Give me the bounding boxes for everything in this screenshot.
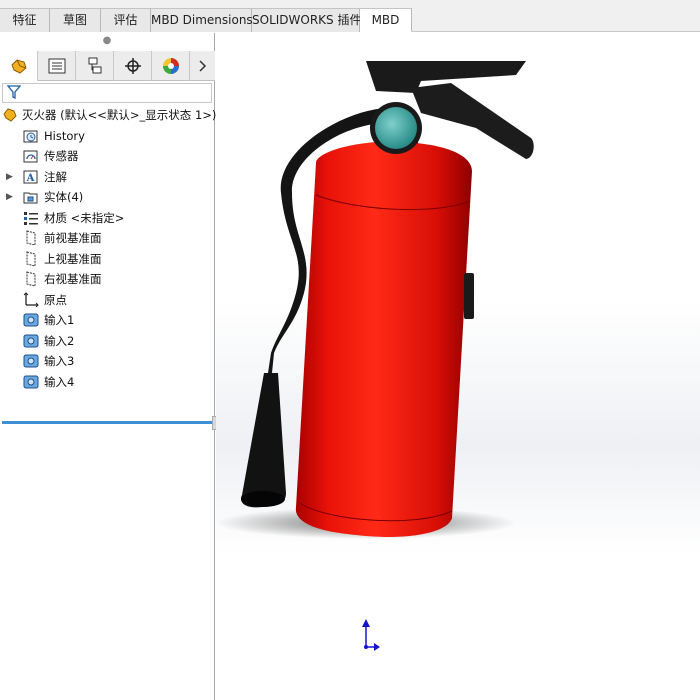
tree-item-import-4[interactable]: 输入4 xyxy=(0,372,214,393)
tree-item-label: 传感器 xyxy=(44,149,79,164)
imported-body-icon xyxy=(22,333,40,349)
tree-item-label: 原点 xyxy=(44,292,67,307)
solidworks-window: 特征 草图 评估 MBD Dimensions SOLIDWORKS 插件 MB… xyxy=(0,0,700,700)
tree-item-import-2[interactable]: 输入2 xyxy=(0,331,214,352)
tree-item-right-plane[interactable]: 右视基准面 xyxy=(0,269,214,290)
tree-item-label: 实体(4) xyxy=(44,190,84,205)
tree-item-label: 输入3 xyxy=(44,354,75,369)
origin-triad-icon xyxy=(362,619,380,651)
tab-solidworks-addins[interactable]: SOLIDWORKS 插件 xyxy=(252,8,361,32)
chevron-right-icon[interactable] xyxy=(191,51,215,81)
tree-item-import-1[interactable]: 输入1 xyxy=(0,310,214,331)
tree-item-label: 材质 <未指定> xyxy=(44,210,125,225)
sensor-icon xyxy=(22,148,40,164)
tree-root-label: 灭火器 (默认<<默认>_显示状态 1>) xyxy=(22,108,217,123)
part-icon xyxy=(2,107,18,123)
tree-item-label: History xyxy=(44,128,85,143)
solid-bodies-icon xyxy=(22,189,40,205)
expand-arrow-icon[interactable]: ▶ xyxy=(6,192,16,202)
tree-item-label: 输入2 xyxy=(44,333,75,348)
command-manager-tabbar: 特征 草图 评估 MBD Dimensions SOLIDWORKS 插件 MB… xyxy=(0,0,700,32)
panel-tabs xyxy=(0,51,215,81)
tree-item-annotations[interactable]: ▶ A 注解 xyxy=(0,167,214,188)
feature-tree: 灭火器 (默认<<默认>_显示状态 1>) History 传感器 ▶ A 注解… xyxy=(0,105,217,393)
imported-body-icon xyxy=(22,312,40,328)
command-manager-tabs: 特征 草图 评估 MBD Dimensions SOLIDWORKS 插件 MB… xyxy=(0,8,412,32)
tree-item-sensors[interactable]: 传感器 xyxy=(0,146,214,167)
history-icon xyxy=(22,128,40,144)
tree-item-label: 输入4 xyxy=(44,374,75,389)
rollback-bar[interactable] xyxy=(2,421,213,424)
tree-item-label: 注解 xyxy=(44,169,67,184)
graphics-viewport[interactable] xyxy=(216,33,700,700)
extinguisher-nozzle[interactable] xyxy=(240,373,286,508)
origin-icon xyxy=(22,292,40,308)
tree-root-part[interactable]: 灭火器 (默认<<默认>_显示状态 1>) xyxy=(0,105,217,126)
extinguisher-model xyxy=(216,61,534,651)
tab-mbd[interactable]: MBD xyxy=(360,8,412,32)
filter-icon[interactable] xyxy=(6,84,22,103)
tree-item-solid-bodies[interactable]: ▶ 实体(4) xyxy=(0,187,214,208)
panel-grip[interactable]: ● xyxy=(0,33,214,49)
property-manager-icon[interactable] xyxy=(38,51,76,81)
plane-icon xyxy=(22,271,40,287)
tree-item-import-3[interactable]: 输入3 xyxy=(0,351,214,372)
dimxpert-manager-icon[interactable] xyxy=(114,51,152,81)
tree-item-top-plane[interactable]: 上视基准面 xyxy=(0,249,214,270)
tree-item-label: 前视基准面 xyxy=(44,231,102,246)
display-manager-icon[interactable] xyxy=(152,51,190,81)
annotation-icon: A xyxy=(22,169,40,185)
tree-item-origin[interactable]: 原点 xyxy=(0,290,214,311)
imported-body-icon xyxy=(22,353,40,369)
tab-evaluate[interactable]: 评估 xyxy=(101,8,151,32)
tree-item-front-plane[interactable]: 前视基准面 xyxy=(0,228,214,249)
tab-sketch[interactable]: 草图 xyxy=(50,8,101,32)
expand-arrow-icon[interactable]: ▶ xyxy=(6,172,16,182)
tree-item-material[interactable]: 材质 <未指定> xyxy=(0,208,214,229)
tree-filter[interactable] xyxy=(2,83,212,103)
extinguisher-body[interactable] xyxy=(295,141,472,538)
tree-item-label: 上视基准面 xyxy=(44,251,102,266)
imported-body-icon xyxy=(22,374,40,390)
feature-manager-panel: ● 灭火器 (默认<<默认>_显示状态 1>) History 传感器 ▶ A … xyxy=(0,33,217,700)
material-icon xyxy=(22,210,40,226)
tree-item-label: 右视基准面 xyxy=(44,272,102,287)
svg-text:A: A xyxy=(26,173,35,184)
tree-item-label: 输入1 xyxy=(44,313,75,328)
tab-mbd-dimensions[interactable]: MBD Dimensions xyxy=(151,8,253,32)
tab-features[interactable]: 特征 xyxy=(0,8,50,32)
tree-item-history[interactable]: History xyxy=(0,126,214,147)
configuration-manager-icon[interactable] xyxy=(76,51,114,81)
plane-icon xyxy=(22,230,40,246)
feature-manager-icon[interactable] xyxy=(0,51,38,81)
plane-icon xyxy=(22,251,40,267)
